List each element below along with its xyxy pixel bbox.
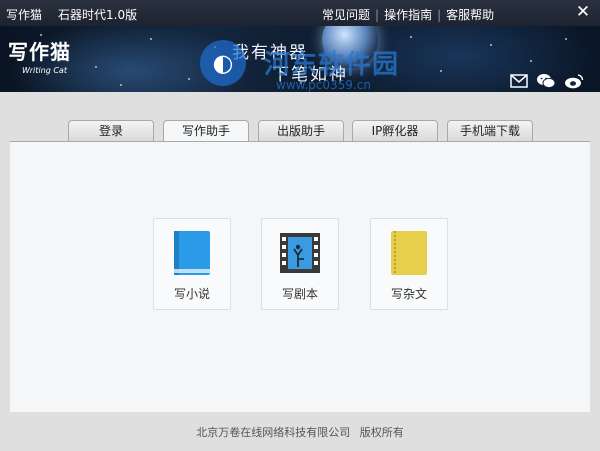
title-bar: 写作猫 石器时代1.0版 常见问题 | 操作指南 | 客服帮助 ✕ xyxy=(0,0,600,26)
tab-publishing-assistant[interactable]: 出版助手 xyxy=(258,120,344,142)
nav-divider: | xyxy=(437,7,442,22)
tab-mobile-download[interactable]: 手机端下载 xyxy=(447,120,533,142)
card-label: 写小说 xyxy=(173,287,210,301)
card-label: 写杂文 xyxy=(390,287,427,301)
app-title: 写作猫 xyxy=(6,8,43,22)
copyright-text: 版权所有 xyxy=(359,426,404,439)
nav-divider: | xyxy=(375,7,380,22)
weibo-icon[interactable] xyxy=(564,73,584,89)
book-icon xyxy=(174,231,210,275)
tab-writing-assistant[interactable]: 写作助手 xyxy=(163,120,249,143)
tab-login[interactable]: 登录 xyxy=(68,120,154,142)
content-panel: 写小说 写剧本 写杂文 xyxy=(10,141,590,412)
logo: 写作猫 Writing Cat xyxy=(8,36,80,82)
wechat-icon[interactable] xyxy=(536,73,556,89)
notebook-icon xyxy=(391,231,427,275)
app-version: 石器时代1.0版 xyxy=(58,8,138,22)
write-essay-card[interactable]: 写杂文 xyxy=(370,218,448,310)
logo-subtitle: Writing Cat xyxy=(22,66,67,75)
mail-icon[interactable] xyxy=(510,74,528,88)
slogan-line-2: 下笔如神 xyxy=(272,65,348,85)
card-label: 写剧本 xyxy=(281,287,318,301)
faq-link[interactable]: 常见问题 xyxy=(322,6,370,23)
support-link[interactable]: 客服帮助 xyxy=(446,6,494,23)
footer: 北京万卷在线网络科技有限公司 版权所有 xyxy=(0,424,600,440)
logo-text: 写作猫 xyxy=(8,40,71,64)
tab-ip-incubator[interactable]: IP孵化器 xyxy=(352,120,438,142)
top-nav: 常见问题 | 操作指南 | 客服帮助 xyxy=(322,6,494,23)
film-icon xyxy=(280,233,320,273)
banner: 写作猫 Writing Cat 我有神器 下笔如神 ◐ 河东软件园 www.pc… xyxy=(0,26,600,92)
tab-bar: 登录 写作助手 出版助手 IP孵化器 手机端下载 xyxy=(0,120,600,143)
write-novel-card[interactable]: 写小说 xyxy=(153,218,231,310)
write-script-card[interactable]: 写剧本 xyxy=(261,218,339,310)
close-button[interactable]: ✕ xyxy=(574,3,592,21)
guide-link[interactable]: 操作指南 xyxy=(384,6,432,23)
company-name: 北京万卷在线网络科技有限公司 xyxy=(196,426,351,439)
